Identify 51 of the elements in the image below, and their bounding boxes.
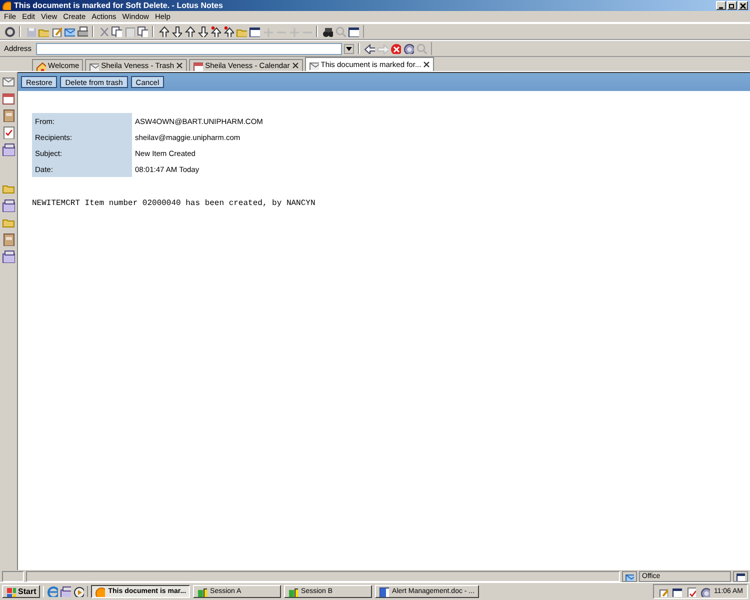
windows-logo-icon bbox=[6, 586, 16, 596]
edit-icon[interactable] bbox=[51, 26, 62, 37]
caret-icon bbox=[346, 46, 352, 50]
close-icon[interactable] bbox=[176, 62, 184, 69]
close-icon bbox=[739, 2, 747, 10]
checklist-icon[interactable] bbox=[2, 126, 15, 139]
up-arrow-icon[interactable] bbox=[223, 26, 234, 37]
restore-icon bbox=[728, 2, 736, 10]
edit-icon[interactable] bbox=[658, 586, 668, 596]
down-arrow-icon[interactable] bbox=[197, 26, 208, 37]
envelope-icon bbox=[308, 60, 319, 70]
folder-stack-icon[interactable] bbox=[2, 250, 15, 263]
restore-button[interactable] bbox=[727, 1, 737, 10]
calendar-icon[interactable] bbox=[2, 92, 15, 105]
browser-icon[interactable] bbox=[47, 586, 58, 597]
up-arrow-icon[interactable] bbox=[184, 26, 195, 37]
envelope-icon bbox=[625, 572, 634, 580]
play-icon[interactable] bbox=[73, 586, 84, 597]
window-icon[interactable] bbox=[672, 586, 682, 596]
copy-icon[interactable] bbox=[111, 26, 122, 37]
binoculars-icon[interactable] bbox=[322, 26, 333, 37]
close-button[interactable] bbox=[738, 1, 748, 10]
close-icon[interactable] bbox=[423, 61, 430, 68]
stop-icon[interactable] bbox=[390, 43, 401, 54]
start-button[interactable]: Start bbox=[2, 585, 40, 598]
envelope-icon bbox=[89, 60, 100, 70]
terminal-icon bbox=[197, 586, 208, 596]
minimize-button[interactable] bbox=[716, 1, 726, 10]
folder-stack-icon[interactable] bbox=[2, 143, 15, 156]
dropdown-button[interactable] bbox=[344, 44, 354, 54]
down-arrow-icon[interactable] bbox=[171, 26, 182, 37]
terminal-icon bbox=[288, 586, 298, 596]
up-arrow-icon[interactable] bbox=[158, 26, 169, 37]
folder-stack-icon[interactable] bbox=[60, 586, 72, 597]
cabinet-icon[interactable] bbox=[2, 233, 15, 246]
up-arrow-icon[interactable] bbox=[210, 26, 221, 37]
checklist-icon[interactable] bbox=[686, 586, 696, 596]
window-icon[interactable] bbox=[348, 26, 359, 37]
folder-stack-icon[interactable] bbox=[2, 199, 15, 212]
window-title: This document is marked for Soft Delete. - Lotus Notes bbox=[14, 1, 224, 10]
back-arrow-icon[interactable] bbox=[364, 43, 375, 54]
window-icon[interactable] bbox=[249, 26, 260, 37]
envelope-icon[interactable] bbox=[64, 26, 75, 37]
envelope-icon[interactable] bbox=[2, 75, 15, 88]
document-icon bbox=[379, 586, 390, 596]
message-body: NEWITEMCRT Item number 02000040 has been created, by NANCYN bbox=[32, 199, 316, 208]
address-field[interactable] bbox=[36, 42, 342, 54]
print-icon[interactable] bbox=[77, 26, 88, 37]
copy-icon[interactable] bbox=[137, 26, 148, 37]
cabinet-icon[interactable] bbox=[2, 109, 15, 122]
close-icon[interactable] bbox=[292, 62, 299, 69]
